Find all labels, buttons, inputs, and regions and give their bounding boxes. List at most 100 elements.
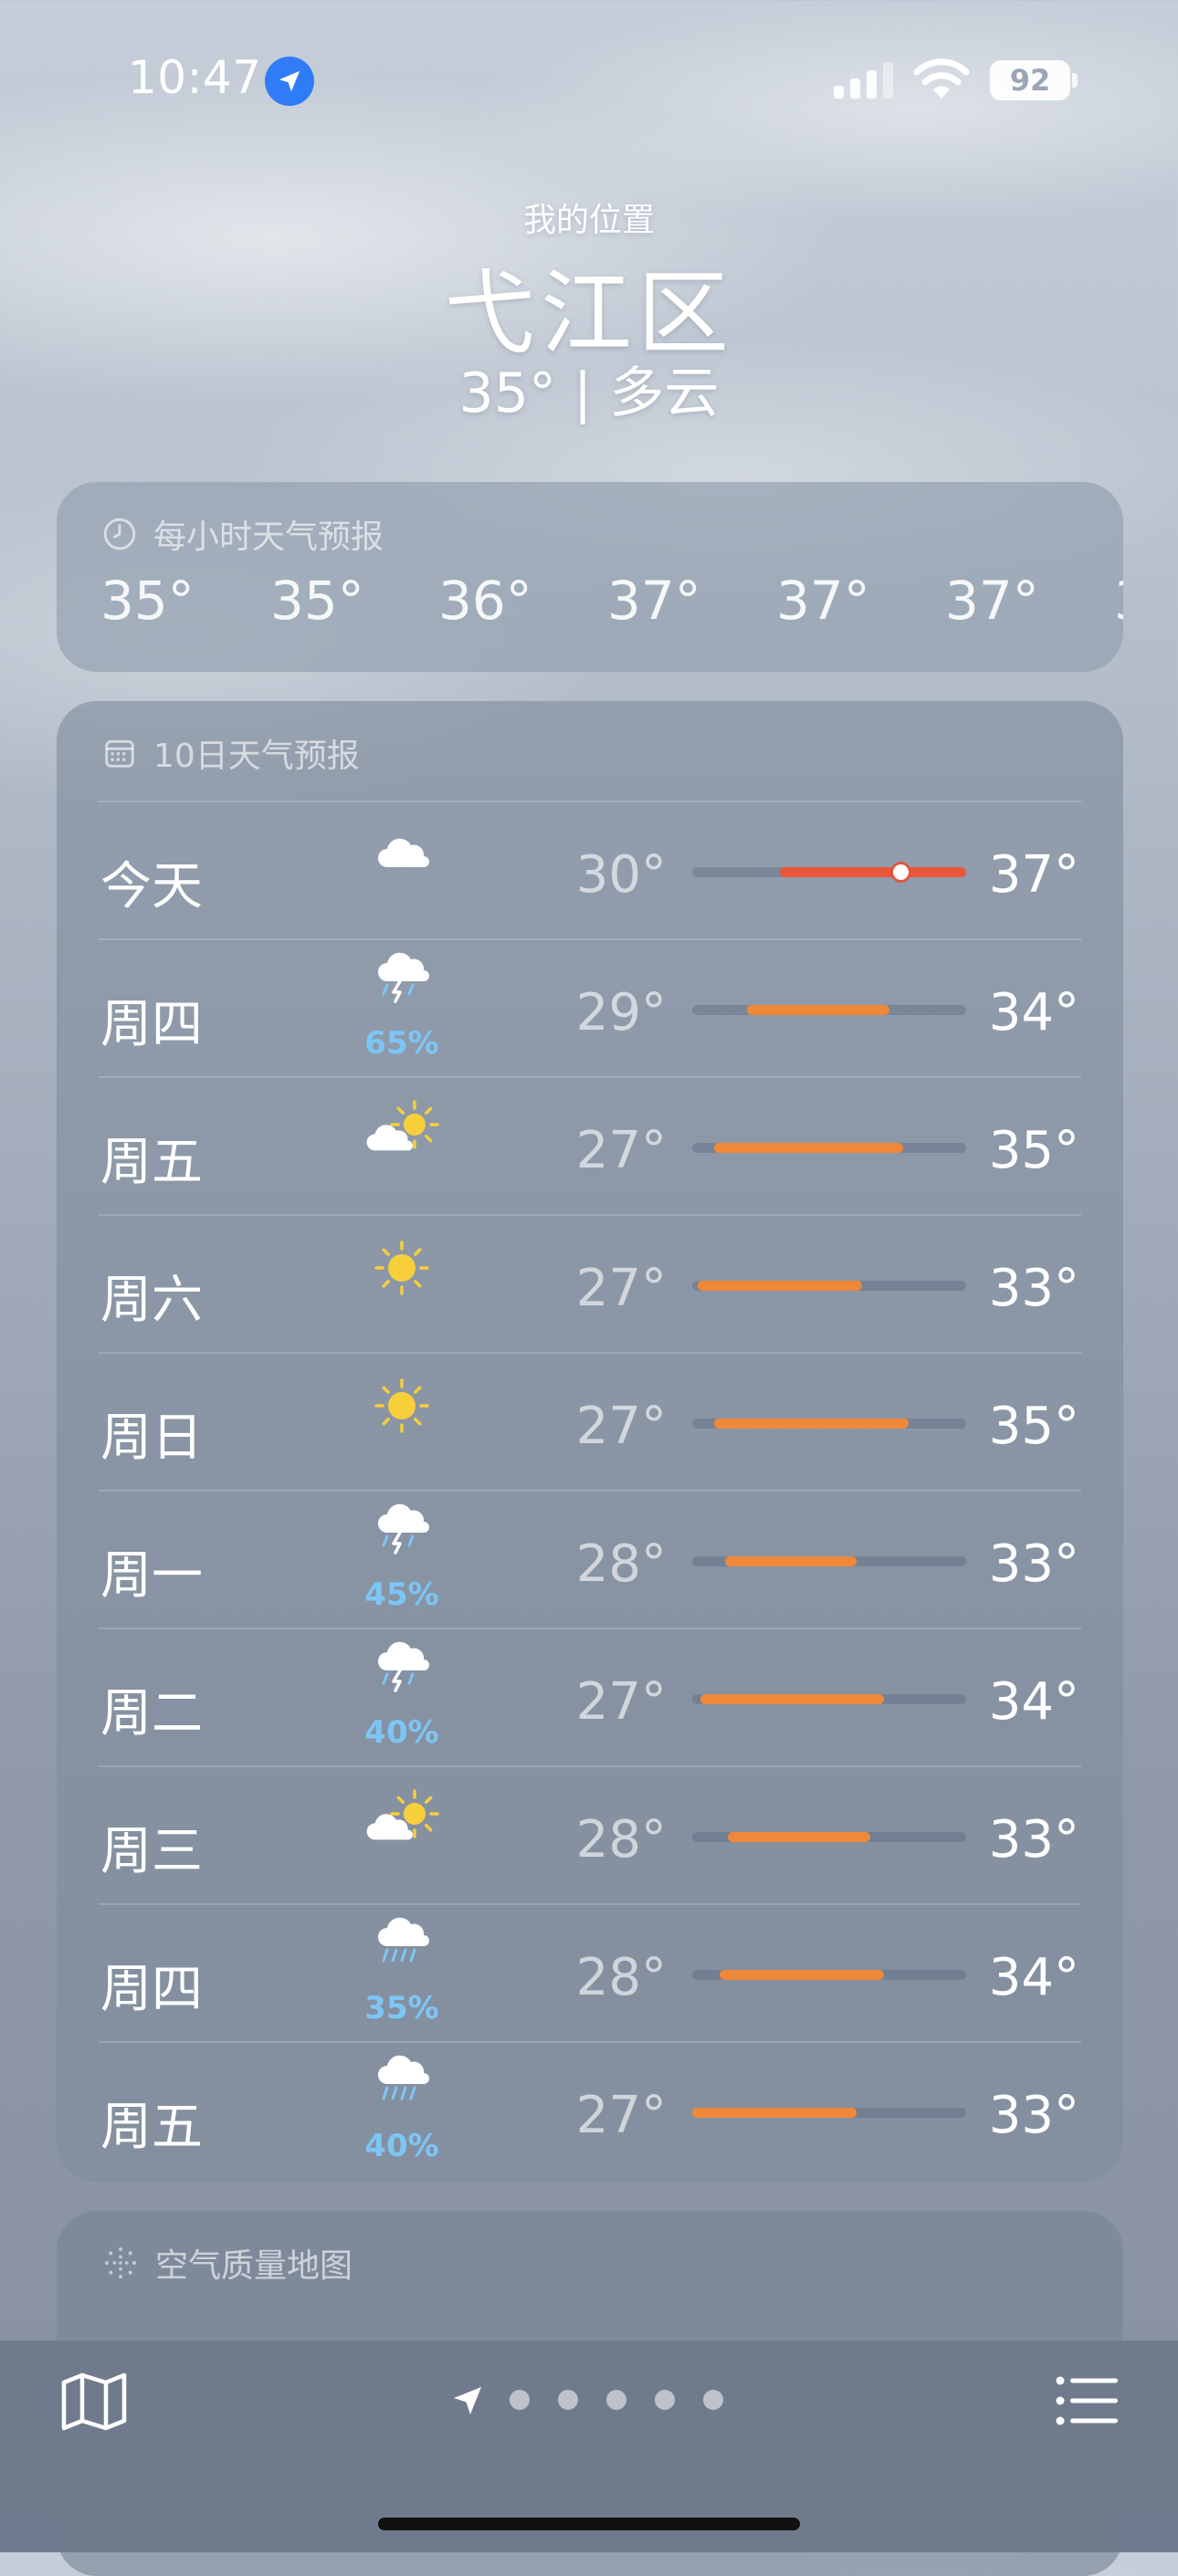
forecast-day-row[interactable]: 周三 28° 33°: [57, 1766, 1123, 1903]
hourly-temp: 37°: [945, 570, 1039, 632]
page-dot[interactable]: [606, 2390, 626, 2410]
temp-range-track: [692, 864, 966, 880]
low-temp: 30°: [575, 845, 667, 905]
page-dot[interactable]: [510, 2390, 530, 2410]
high-temp: 34°: [988, 1672, 1079, 1732]
day-label: 周四: [100, 1960, 203, 2019]
temp-range-bar: [692, 2108, 857, 2118]
status-time: 10:47: [128, 51, 262, 104]
partly-cloudy-icon: [347, 1785, 457, 1858]
low-temp: 28°: [575, 1810, 667, 1869]
low-temp: 27°: [575, 1397, 667, 1456]
day-label: 周二: [100, 1684, 203, 1744]
forecast-day-row[interactable]: 周四 35% 28° 34°: [57, 1904, 1123, 2041]
forecast-day-row[interactable]: 周日 27° 35°: [57, 1353, 1123, 1490]
rain-icon: [347, 2047, 457, 2120]
low-temp: 28°: [575, 1948, 667, 2007]
low-temp: 27°: [575, 1259, 667, 1318]
precipitation-chance: 40%: [364, 2128, 439, 2164]
hourly-temp: 35°: [270, 570, 364, 632]
precipitation-chance: 45%: [364, 1576, 439, 1613]
hourly-temp: 37°: [607, 570, 701, 632]
temp-range-bar: [714, 1419, 909, 1429]
cellular-signal-icon: [834, 62, 893, 99]
temp-range-track: [692, 1970, 966, 1980]
temp-range-bar: [725, 1556, 857, 1566]
rain-icon: [347, 1910, 457, 1983]
page-dot[interactable]: [703, 2390, 723, 2410]
temp-range-bar: [747, 1005, 889, 1015]
hourly-temp: 3: [1114, 570, 1123, 632]
current-location-page-icon[interactable]: [451, 2384, 484, 2417]
current-condition: 35° | 多云: [458, 361, 720, 425]
temp-range-track: [692, 1694, 966, 1704]
hourly-temp: 37°: [776, 570, 870, 632]
low-temp: 27°: [575, 1121, 667, 1180]
ten-day-forecast-header: 10日天气预报: [102, 732, 360, 775]
partly-cloudy-icon: [347, 1095, 457, 1168]
battery-nub: [1072, 73, 1078, 88]
low-temp: 28°: [575, 1534, 667, 1594]
calendar-icon: [105, 739, 134, 768]
hourly-temp: 35°: [100, 570, 195, 632]
thunderstorm-icon: [347, 1634, 457, 1707]
hourly-forecast-title: 每小时天气预报: [153, 518, 384, 556]
day-label: 周五: [100, 1133, 203, 1192]
low-temp: 27°: [575, 1672, 667, 1732]
hourly-forecast-card[interactable]: 每小时天气预报 35° 35° 36° 37° 37° 37° 3: [57, 482, 1123, 672]
day-label: 周六: [100, 1271, 203, 1330]
ten-day-forecast-card[interactable]: 10日天气预报 今天 30° 37° 周四 65% 29° 34° 周五 27° 35° 周六 27°…: [57, 701, 1123, 2182]
temp-range-track: [692, 2108, 966, 2118]
thunderstorm-icon: [347, 945, 457, 1018]
high-temp: 33°: [988, 1534, 1079, 1594]
cloud-icon: [347, 820, 457, 893]
forecast-day-row[interactable]: 周一 45% 28° 33°: [57, 1491, 1123, 1628]
temp-range-bar: [698, 1281, 862, 1291]
location-services-icon: [265, 57, 314, 106]
high-temp: 35°: [988, 1121, 1079, 1180]
precipitation-chance: 35%: [364, 1990, 439, 2026]
high-temp: 37°: [988, 845, 1079, 905]
map-icon[interactable]: [60, 2372, 128, 2432]
day-label: 周五: [100, 2098, 203, 2157]
temp-range-track: [692, 1419, 966, 1429]
forecast-day-row[interactable]: 周四 65% 29° 34°: [57, 939, 1123, 1076]
temp-range-track: [692, 1556, 966, 1566]
page-dot[interactable]: [558, 2390, 578, 2410]
hourly-forecast-header: 每小时天气预报: [102, 513, 384, 556]
air-quality-header: 空气质量地图: [102, 2242, 353, 2285]
forecast-day-row[interactable]: 周二 40% 27° 34°: [57, 1628, 1123, 1765]
day-label: 周四: [100, 995, 203, 1054]
day-label: 今天: [100, 857, 203, 916]
hourly-temp: 36°: [438, 570, 532, 632]
sun-icon: [347, 1233, 457, 1306]
forecast-day-row[interactable]: 周五 27° 35°: [57, 1077, 1123, 1214]
clock-icon: [103, 518, 136, 550]
forecast-day-row[interactable]: 周六 27° 33°: [57, 1215, 1123, 1352]
sun-icon: [347, 1371, 457, 1444]
temp-range-bar: [780, 867, 966, 877]
precipitation-chance: 40%: [364, 1714, 439, 1751]
battery-indicator: 92: [990, 60, 1070, 100]
temp-range-bar: [700, 1694, 884, 1704]
high-temp: 33°: [988, 1259, 1079, 1318]
list-icon[interactable]: [1056, 2375, 1118, 2426]
forecast-day-row[interactable]: 周五 40% 27° 33°: [57, 2042, 1123, 2179]
high-temp: 34°: [988, 983, 1079, 1042]
home-indicator[interactable]: [378, 2518, 800, 2530]
day-label: 周日: [100, 1408, 203, 1468]
wifi-icon: [913, 58, 970, 99]
air-quality-title: 空气质量地图: [155, 2247, 353, 2285]
my-location-label: 我的位置: [522, 202, 655, 239]
temp-range-track: [692, 1832, 966, 1842]
temp-range-track: [692, 1281, 966, 1291]
forecast-day-row[interactable]: 今天 30° 37°: [57, 801, 1123, 938]
high-temp: 35°: [988, 1397, 1079, 1456]
low-temp: 27°: [575, 2086, 667, 2145]
page-dot[interactable]: [655, 2390, 675, 2410]
thunderstorm-icon: [347, 1496, 457, 1569]
current-temp-marker: [893, 864, 909, 880]
temp-range-track: [692, 1005, 966, 1015]
day-label: 周一: [100, 1546, 203, 1606]
high-temp: 33°: [988, 2086, 1079, 2145]
